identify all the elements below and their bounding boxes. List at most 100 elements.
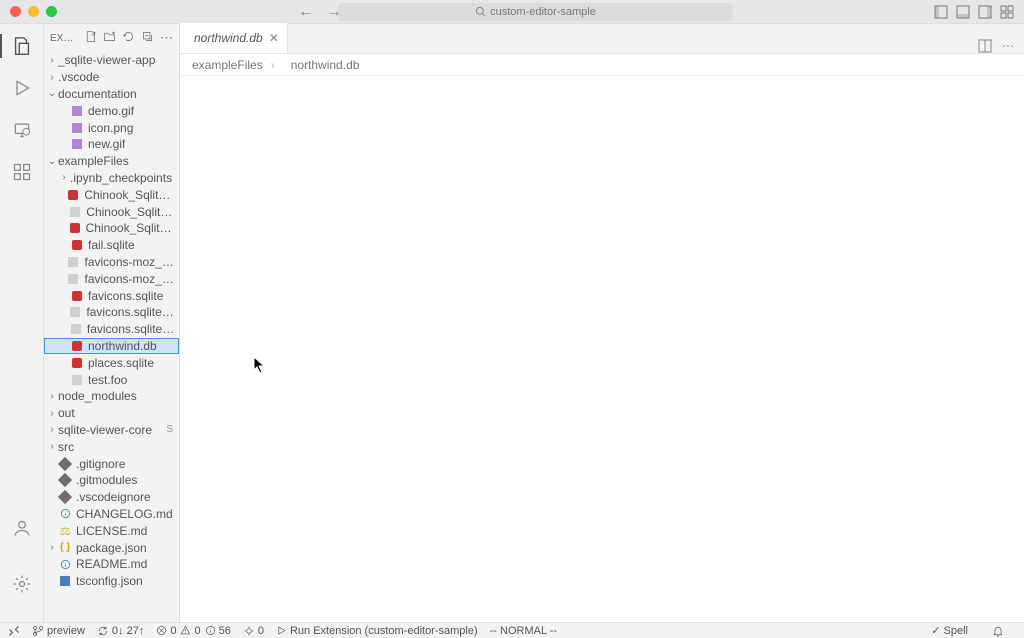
tab-northwind[interactable]: northwind.db ✕ — [180, 23, 288, 53]
tree-file[interactable]: ›{ }package.json — [44, 539, 179, 556]
tree-item-label: sqlite-viewer-core — [58, 423, 152, 437]
chevron-right-icon[interactable]: › — [46, 391, 58, 402]
chevron-right-icon[interactable]: › — [46, 424, 58, 435]
tab-label: northwind.db — [194, 31, 263, 45]
layout-grid-icon[interactable] — [1000, 5, 1014, 19]
activity-account-icon[interactable] — [8, 514, 36, 542]
panel-right-icon[interactable] — [978, 5, 992, 19]
status-spell[interactable]: ✓Spell — [931, 624, 968, 637]
tree-file[interactable]: Chinook_Sqlite.dbx — [44, 203, 179, 220]
sidebar-title: EX… — [50, 33, 73, 44]
zoom-window-icon[interactable] — [46, 6, 57, 17]
chevron-right-icon[interactable]: › — [46, 441, 58, 452]
status-notifications-icon[interactable] — [992, 625, 1004, 637]
tree-item-label: favicons-moz_icons-9… — [84, 272, 175, 286]
close-window-icon[interactable] — [10, 6, 21, 17]
tree-file[interactable]: Chinook_Sqlite.sqlite — [44, 220, 179, 237]
tree-file[interactable]: favicons-moz_icons-7… — [44, 254, 179, 271]
status-branch[interactable]: preview — [32, 625, 85, 637]
tree-folder[interactable]: ›out — [44, 405, 179, 422]
tree-item-label: favicons.sqlite — [88, 289, 163, 303]
tree-folder[interactable]: ›_sqlite-viewer-app — [44, 52, 179, 69]
new-file-icon[interactable] — [84, 30, 97, 43]
ts-icon — [58, 574, 72, 588]
md-icon — [58, 507, 72, 521]
tree-file[interactable]: CHANGELOG.md — [44, 506, 179, 523]
tree-file[interactable]: fail.sqlite — [44, 237, 179, 254]
tree-file[interactable]: favicons-moz_icons-9… — [44, 270, 179, 287]
tree-file[interactable]: demo.gif — [44, 102, 179, 119]
tree-file[interactable]: favicons.sqlite-wal — [44, 321, 179, 338]
status-errors[interactable]: 0 — [156, 625, 176, 637]
tree-item-label: favicons-moz_icons-7… — [84, 255, 175, 269]
minimize-window-icon[interactable] — [28, 6, 39, 17]
collapse-all-icon[interactable] — [141, 30, 154, 43]
tree-folder[interactable]: ⌄documentation — [44, 86, 179, 103]
tree-file[interactable]: .gitmodules — [44, 472, 179, 489]
tree-file[interactable]: favicons.sqlite — [44, 287, 179, 304]
tree-file[interactable]: northwind.db — [44, 338, 179, 355]
tree-folder[interactable]: ›node_modules — [44, 388, 179, 405]
chevron-right-icon[interactable]: › — [58, 172, 70, 183]
panel-left-icon[interactable] — [934, 5, 948, 19]
status-run-extension[interactable]: Run Extension (custom-editor-sample) — [276, 625, 478, 637]
chevron-down-icon[interactable]: ⌄ — [46, 156, 58, 167]
chevron-right-icon[interactable]: › — [46, 408, 58, 419]
md-icon — [58, 557, 72, 571]
sqlite-icon — [70, 289, 84, 303]
sqlite-icon — [70, 356, 84, 370]
tree-file[interactable]: ⚖LICENSE.md — [44, 522, 179, 539]
tree-file[interactable]: places.sqlite — [44, 354, 179, 371]
status-warnings[interactable]: 0 — [180, 625, 200, 637]
tree-folder[interactable]: ⌄exampleFiles — [44, 153, 179, 170]
activity-bar — [0, 24, 44, 622]
tree-file[interactable]: test.foo — [44, 371, 179, 388]
tree-folder[interactable]: ›.vscode — [44, 69, 179, 86]
search-icon — [475, 6, 486, 17]
split-editor-icon[interactable] — [978, 39, 992, 53]
tree-item-label: .vscodeignore — [76, 490, 151, 504]
chevron-right-icon[interactable]: › — [46, 55, 58, 66]
activity-explorer-icon[interactable] — [8, 32, 36, 60]
more-icon[interactable]: ⋯ — [160, 30, 173, 46]
tree-file[interactable]: .vscodeignore — [44, 489, 179, 506]
breadcrumb[interactable]: exampleFiles › northwind.db — [180, 54, 1024, 76]
tree-file[interactable]: favicons.sqlite-shm — [44, 304, 179, 321]
tree-item-label: favicons.sqlite-wal — [87, 322, 175, 336]
nav-back-icon[interactable]: ← — [298, 3, 314, 21]
tree-file[interactable]: tsconfig.json — [44, 573, 179, 590]
breadcrumb-item[interactable]: northwind.db — [291, 58, 360, 72]
activity-settings-icon[interactable] — [8, 570, 36, 598]
breadcrumb-item[interactable]: exampleFiles — [192, 58, 263, 72]
status-remote[interactable] — [8, 625, 20, 637]
tree-file[interactable]: Chinook_Sqlite (1).sqlite — [44, 186, 179, 203]
refresh-icon[interactable] — [122, 30, 135, 43]
chevron-right-icon[interactable]: › — [46, 542, 58, 553]
tree-item-label: README.md — [76, 557, 147, 571]
activity-run-icon[interactable] — [8, 74, 36, 102]
activity-extensions-icon[interactable] — [8, 158, 36, 186]
sidebar: EX… ⋯ ›_sqlite-viewer-app›.vscode⌄docume… — [44, 24, 180, 622]
close-tab-icon[interactable]: ✕ — [269, 31, 279, 45]
editor-more-icon[interactable]: ⋯ — [1002, 39, 1014, 53]
tree-file[interactable]: new.gif — [44, 136, 179, 153]
activity-remote-icon[interactable] — [8, 116, 36, 144]
tree-item-label: .vscode — [58, 70, 99, 84]
tree-folder[interactable]: ›sqlite-viewer-coreS — [44, 422, 179, 439]
status-info[interactable]: 56 — [205, 625, 231, 637]
command-center[interactable]: custom-editor-sample — [338, 3, 733, 21]
panel-bottom-icon[interactable] — [956, 5, 970, 19]
tree-folder[interactable]: ›src — [44, 438, 179, 455]
tree-file[interactable]: README.md — [44, 556, 179, 573]
status-ports[interactable]: 0 — [243, 625, 264, 637]
tree-file[interactable]: icon.png — [44, 119, 179, 136]
nav-arrows: ← → — [298, 3, 342, 21]
new-folder-icon[interactable] — [103, 30, 116, 43]
tree-folder[interactable]: ›.ipynb_checkpoints — [44, 170, 179, 187]
tree-item-label: CHANGELOG.md — [76, 507, 173, 521]
file-tree[interactable]: ›_sqlite-viewer-app›.vscode⌄documentatio… — [44, 52, 179, 622]
tree-file[interactable]: .gitignore — [44, 455, 179, 472]
chevron-down-icon[interactable]: ⌄ — [46, 88, 58, 99]
chevron-right-icon[interactable]: › — [46, 72, 58, 83]
status-sync[interactable]: 0↓ 27↑ — [97, 625, 144, 637]
